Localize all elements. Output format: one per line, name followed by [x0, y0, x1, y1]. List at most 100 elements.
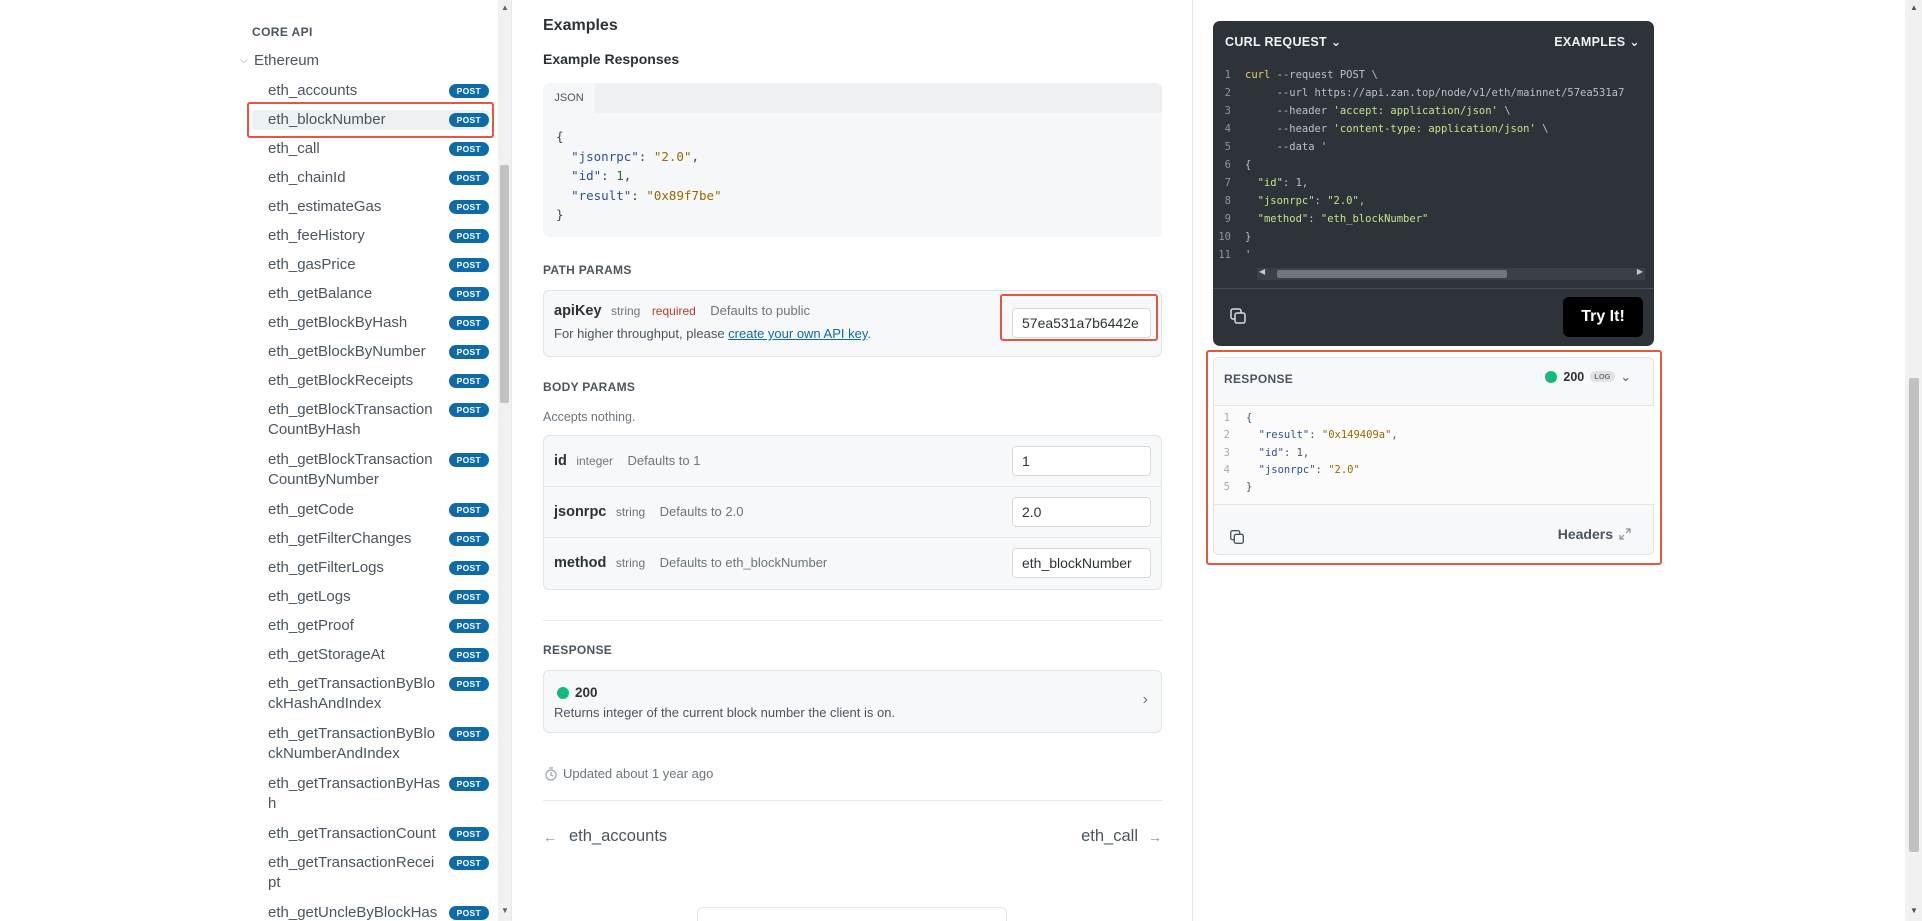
code-token: } — [1245, 231, 1252, 243]
code-token: "id" — [1245, 177, 1283, 189]
curl-request-panel: CURL REQUEST ⌄ EXAMPLES ⌄ 1 curl --reques… — [1213, 21, 1654, 346]
prev-page-link[interactable]: ← eth_accounts — [543, 827, 667, 846]
sidebar-item-label: eth_getBlockTransaction CountByHash — [268, 401, 433, 438]
sidebar-item-label: eth_getBlockByNumber — [268, 343, 426, 360]
sidebar-item[interactable]: eth_chainId POST — [252, 168, 489, 188]
copy-icon[interactable] — [1228, 306, 1248, 326]
code-line: 11 ' — [1213, 246, 1654, 264]
jsonrpc-input[interactable] — [1012, 497, 1151, 527]
arrow-left-icon: ← — [543, 828, 557, 845]
sidebar-item[interactable]: eth_accounts POST — [252, 81, 489, 101]
code-line: 4 --header 'content-type: application/js… — [1213, 120, 1654, 138]
create-api-key-link[interactable]: create your own API key — [728, 326, 867, 341]
sidebar-item[interactable]: eth_getBlockReceipts POST — [252, 371, 489, 391]
sidebar-item[interactable]: eth_getTransactionByHas h POST — [252, 774, 489, 814]
param-row-method: method string Defaults to eth_blockNumbe… — [544, 538, 1161, 589]
code-token: : 1, — [1282, 177, 1309, 189]
sidebar-item[interactable]: eth_getFilterLogs POST — [252, 558, 489, 578]
post-method-badge: POST — [448, 503, 489, 517]
code-line: 1 curl --request POST \ — [1213, 66, 1654, 84]
page-scrollbar[interactable]: ▲ ▼ — [1905, 0, 1922, 921]
id-input[interactable] — [1012, 446, 1151, 476]
scroll-down-icon[interactable]: ▼ — [501, 906, 509, 915]
sidebar-item-label: eth_call — [268, 140, 320, 157]
method-input[interactable] — [1012, 548, 1151, 578]
code-token: \ — [1535, 123, 1549, 135]
active-item-highlight — [247, 102, 494, 138]
curl-request-dropdown[interactable]: CURL REQUEST ⌄ — [1225, 34, 1342, 49]
sidebar-item[interactable]: eth_getFilterChanges POST — [252, 529, 489, 549]
response-description: Returns integer of the current block num… — [554, 705, 896, 720]
code-token: "jsonrpc" — [1245, 195, 1315, 207]
examples-heading: Examples — [543, 17, 618, 34]
tab-json[interactable]: JSON — [543, 83, 595, 113]
post-method-badge: POST — [448, 142, 489, 156]
curl-horizontal-scrollbar[interactable]: ◀ ▶ — [1257, 267, 1645, 280]
sidebar-item[interactable]: eth_feeHistory POST — [252, 226, 489, 246]
sidebar-item-label: eth_accounts — [268, 82, 358, 99]
curl-scroll-thumb[interactable] — [1277, 270, 1507, 278]
post-method-badge: POST — [448, 403, 489, 417]
sidebar-item-label: eth_getTransactionRecei pt — [268, 854, 435, 891]
response-200-row[interactable]: 200 Returns integer of the current block… — [543, 670, 1162, 733]
sidebar-item[interactable]: eth_getLogs POST — [252, 587, 489, 607]
post-method-badge: POST — [448, 200, 489, 214]
sidebar-item-label: eth_getProof — [268, 617, 354, 634]
sidebar-item[interactable]: eth_getTransactionByBlo ckNumberAndIndex… — [252, 724, 489, 764]
updated-text: Updated about 1 year ago — [563, 766, 714, 781]
examples-dropdown[interactable]: EXAMPLES ⌄ — [1554, 34, 1640, 49]
updated-info: Updated about 1 year ago — [545, 766, 713, 781]
code-line: 3 --header 'accept: application/json' \ — [1213, 102, 1654, 120]
sidebar-item-label: eth_getTransactionByHas h — [268, 775, 441, 812]
line-number: 7 — [1224, 177, 1231, 189]
next-page-link[interactable]: eth_call → — [1081, 827, 1162, 846]
sidebar-scrollbar[interactable]: ▲ ▼ — [498, 0, 511, 921]
sidebar-item[interactable]: eth_getBalance POST — [252, 284, 489, 304]
sidebar-item[interactable]: eth_gasPrice POST — [252, 255, 489, 275]
code-token: --header — [1245, 123, 1334, 135]
sidebar-item[interactable]: eth_getStorageAt POST — [252, 645, 489, 665]
sidebar-item[interactable]: eth_getCode POST — [252, 500, 489, 520]
code-token: --header — [1245, 105, 1334, 117]
sidebar-scroll-thumb[interactable] — [500, 165, 509, 403]
scroll-down-icon[interactable]: ▼ — [1910, 906, 1918, 915]
line-number: 5 — [1224, 141, 1231, 153]
page-scroll-thumb[interactable] — [1909, 378, 1919, 852]
sidebar-item-label: eth_getBlockByHash — [268, 314, 408, 331]
sidebar-item[interactable]: eth_call POST — [252, 139, 489, 159]
scroll-left-icon[interactable]: ◀ — [1259, 267, 1265, 276]
code-token: "2.0" — [1327, 195, 1359, 207]
body-params-box: id integer Defaults to 1 jsonrpc string … — [543, 435, 1162, 590]
line-number: 10 — [1218, 231, 1231, 243]
sidebar-item[interactable]: eth_getTransactionByBlo ckHashAndIndex PO… — [252, 674, 489, 714]
sidebar-item[interactable]: eth_getBlockByNumber POST — [252, 342, 489, 362]
param-type: string — [611, 304, 641, 318]
scroll-up-icon[interactable]: ▲ — [1910, 3, 1918, 12]
sidebar-item[interactable]: eth_getBlockTransaction CountByHash POST — [252, 400, 489, 440]
sidebar-item[interactable]: eth_getBlockTransaction CountByNumber POS… — [252, 450, 489, 490]
sidebar-item[interactable]: eth_getBlockByHash POST — [252, 313, 489, 333]
sidebar-item-label: eth_getBalance — [268, 285, 373, 302]
code-tab-bar: JSON — [543, 83, 1162, 113]
try-it-button[interactable]: Try It! — [1563, 297, 1643, 337]
chevron-down-icon: ⌄ — [1330, 35, 1342, 49]
sidebar-group-ethereum[interactable]: ⌵ Ethereum — [240, 52, 319, 69]
scroll-right-icon[interactable]: ▶ — [1637, 267, 1643, 276]
code-token: : — [1314, 195, 1328, 207]
code-line: 5 --data ' — [1213, 138, 1654, 156]
code-token: 'content-type: application/json' — [1333, 123, 1536, 135]
code-token: curl — [1245, 69, 1271, 81]
code-line: 6{ — [1213, 156, 1654, 174]
post-method-badge: POST — [448, 345, 489, 359]
sidebar-item[interactable]: eth_getTransactionRecei pt POST — [252, 853, 489, 893]
sidebar-item-label: eth_getBlockReceipts — [268, 372, 414, 389]
code-line: { — [556, 129, 564, 144]
sidebar-item[interactable]: eth_getProof POST — [252, 616, 489, 636]
sidebar-item[interactable]: eth_getUncleByBlockHas POST — [252, 903, 489, 921]
sidebar-item[interactable]: eth_estimateGas POST — [252, 197, 489, 217]
sidebar-item-label: eth_getBlockTransaction CountByNumber — [268, 451, 433, 488]
post-method-badge: POST — [448, 619, 489, 633]
post-method-badge: POST — [448, 316, 489, 330]
scroll-up-icon[interactable]: ▲ — [501, 3, 509, 12]
sidebar-item[interactable]: eth_getTransactionCount POST — [252, 824, 489, 844]
